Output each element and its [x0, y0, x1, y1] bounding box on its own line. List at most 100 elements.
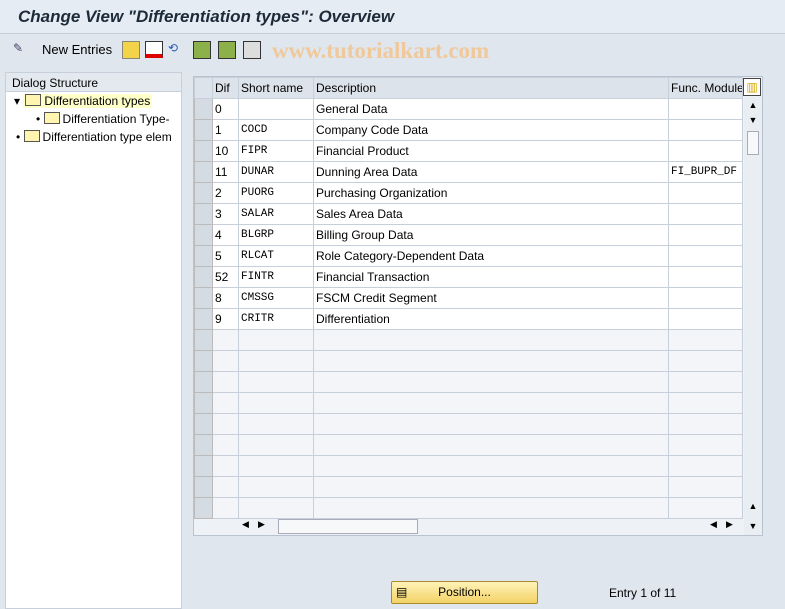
row-selector[interactable] [194, 245, 213, 267]
description-cell[interactable]: Financial Product [313, 140, 669, 162]
description-cell[interactable]: Role Category-Dependent Data [313, 245, 669, 267]
tree-node-differentiation-type-sub[interactable]: • Differentiation Type- [36, 111, 170, 128]
row-selector[interactable] [194, 182, 213, 204]
table-row: 5 RLCAT Role Category-Dependent Data [194, 245, 743, 267]
scroll-down-icon[interactable]: ▼ [744, 115, 762, 125]
func-module-cell[interactable]: FI_BUPR_DF [668, 161, 743, 183]
row-selector-header[interactable] [194, 77, 213, 99]
short-name-cell[interactable]: CRITR [238, 308, 314, 330]
dif-cell[interactable]: 5 [212, 245, 239, 267]
func-module-cell[interactable] [668, 287, 743, 309]
func-module-cell[interactable] [668, 98, 743, 120]
deselect-all-icon[interactable] [243, 41, 261, 59]
col-header-short-name[interactable]: Short name [238, 77, 314, 99]
scroll-left-icon[interactable]: ◀ [242, 519, 249, 530]
select-block-icon[interactable] [218, 41, 236, 59]
h-scroll-thumb[interactable] [278, 519, 418, 534]
delete-icon[interactable] [145, 41, 163, 58]
tree-node-differentiation-types[interactable]: ▾ Differentiation types [14, 93, 180, 110]
short-name-cell[interactable]: BLGRP [238, 224, 314, 246]
short-name-cell[interactable]: RLCAT [238, 245, 314, 267]
undo-icon[interactable]: ⟲ [168, 41, 184, 57]
description-cell[interactable]: Sales Area Data [313, 203, 669, 225]
short-name-cell[interactable]: FIPR [238, 140, 314, 162]
description-cell [313, 476, 669, 498]
short-name-cell[interactable]: PUORG [238, 182, 314, 204]
short-name-cell[interactable]: DUNAR [238, 161, 314, 183]
col-header-description[interactable]: Description [313, 77, 669, 99]
row-selector[interactable] [194, 140, 213, 162]
horizontal-scrollbar[interactable]: ◀ ▶ ◀ ▶ [238, 517, 733, 535]
short-name-cell [238, 413, 314, 435]
description-cell[interactable]: Differentiation [313, 308, 669, 330]
tree-node-differentiation-type-elements[interactable]: • Differentiation type elem [16, 129, 172, 146]
row-selector[interactable] [194, 203, 213, 225]
row-selector[interactable] [194, 350, 213, 372]
row-selector[interactable] [194, 119, 213, 141]
func-module-cell[interactable] [668, 203, 743, 225]
position-button[interactable]: ▤ Position... [391, 581, 538, 604]
dif-cell [212, 497, 239, 519]
row-selector[interactable] [194, 434, 213, 456]
func-module-cell[interactable] [668, 140, 743, 162]
dif-cell[interactable]: 1 [212, 119, 239, 141]
dif-cell[interactable]: 2 [212, 182, 239, 204]
dif-cell[interactable]: 52 [212, 266, 239, 288]
row-selector[interactable] [194, 413, 213, 435]
row-selector[interactable] [194, 287, 213, 309]
scroll-bottom-icon[interactable]: ▼ [744, 521, 762, 531]
func-module-cell[interactable] [668, 182, 743, 204]
row-selector[interactable] [194, 455, 213, 477]
expand-icon[interactable]: ▾ [14, 94, 20, 108]
scroll-end-right-icon[interactable]: ▶ [726, 519, 733, 530]
select-all-icon[interactable] [193, 41, 211, 59]
description-cell[interactable]: Dunning Area Data [313, 161, 669, 183]
description-cell[interactable]: Company Code Data [313, 119, 669, 141]
row-selector[interactable] [194, 161, 213, 183]
dif-cell[interactable]: 4 [212, 224, 239, 246]
func-module-cell[interactable] [668, 308, 743, 330]
scroll-thumb[interactable] [747, 131, 759, 155]
dif-cell[interactable]: 0 [212, 98, 239, 120]
dif-cell[interactable]: 10 [212, 140, 239, 162]
dif-cell[interactable]: 11 [212, 161, 239, 183]
description-cell[interactable]: Purchasing Organization [313, 182, 669, 204]
column-settings-icon[interactable]: ▥ [743, 78, 761, 96]
dif-cell[interactable]: 3 [212, 203, 239, 225]
row-selector[interactable] [194, 224, 213, 246]
dif-cell[interactable]: 9 [212, 308, 239, 330]
description-cell[interactable]: General Data [313, 98, 669, 120]
short-name-cell[interactable]: FINTR [238, 266, 314, 288]
func-module-cell[interactable] [668, 245, 743, 267]
short-name-cell[interactable]: COCD [238, 119, 314, 141]
row-selector[interactable] [194, 476, 213, 498]
col-header-dif[interactable]: Dif [212, 77, 239, 99]
col-header-func-module[interactable]: Func. Module [668, 77, 743, 99]
row-selector[interactable] [194, 308, 213, 330]
description-cell[interactable]: FSCM Credit Segment [313, 287, 669, 309]
row-selector[interactable] [194, 98, 213, 120]
description-cell [313, 350, 669, 372]
vertical-scrollbar[interactable]: ▲ ▼ ▲ ▼ [744, 97, 762, 535]
copy-icon[interactable] [122, 41, 140, 59]
scroll-page-down-icon[interactable]: ▲ [744, 501, 762, 511]
description-cell[interactable]: Financial Transaction [313, 266, 669, 288]
func-module-cell[interactable] [668, 266, 743, 288]
new-entries-button[interactable]: New Entries [42, 42, 112, 57]
func-module-cell[interactable] [668, 119, 743, 141]
row-selector[interactable] [194, 392, 213, 414]
short-name-cell[interactable]: SALAR [238, 203, 314, 225]
short-name-cell[interactable] [238, 98, 314, 120]
scroll-end-left-icon[interactable]: ◀ [710, 519, 717, 530]
row-selector[interactable] [194, 329, 213, 351]
row-selector[interactable] [194, 497, 213, 519]
dif-cell[interactable]: 8 [212, 287, 239, 309]
scroll-right-icon[interactable]: ▶ [258, 519, 265, 530]
row-selector[interactable] [194, 266, 213, 288]
scroll-up-icon[interactable]: ▲ [744, 100, 762, 110]
description-cell[interactable]: Billing Group Data [313, 224, 669, 246]
short-name-cell[interactable]: CMSSG [238, 287, 314, 309]
pencil-glasses-icon[interactable]: ✎ [13, 41, 29, 57]
func-module-cell[interactable] [668, 224, 743, 246]
row-selector[interactable] [194, 371, 213, 393]
